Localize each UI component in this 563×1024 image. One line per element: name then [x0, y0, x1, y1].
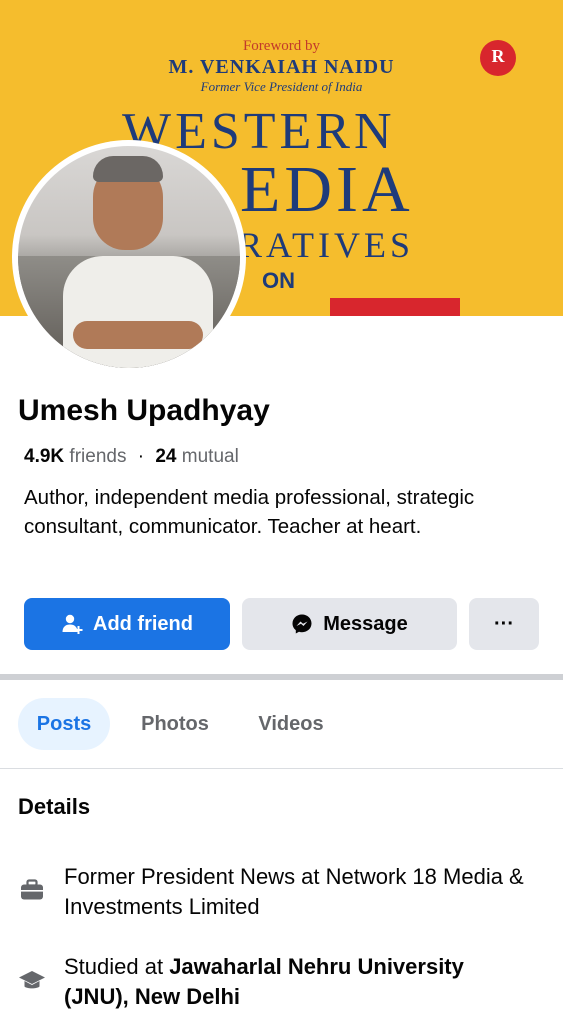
mutual-count: 24 — [155, 446, 177, 467]
graduation-cap-icon — [18, 966, 46, 994]
messenger-icon — [291, 613, 313, 635]
add-friend-icon — [61, 613, 83, 635]
cover-title-line2: EDIA — [240, 153, 414, 226]
friends-count: 4.9K — [24, 446, 65, 467]
tab-posts[interactable]: Posts — [18, 698, 110, 750]
education-detail[interactable]: Studied at Jawaharlal Nehru University (… — [64, 952, 534, 1012]
more-icon: ··· — [494, 612, 514, 635]
publisher-logo: R — [480, 40, 516, 76]
cover-author: M. VENKAIAH NAIDU — [168, 56, 395, 78]
education-prefix: Studied at — [64, 954, 170, 979]
profile-name: Umesh Upadhyay — [18, 394, 270, 427]
message-button[interactable]: Message — [242, 598, 457, 650]
profile-bio: Author, independent media professional, … — [24, 486, 475, 538]
work-detail: Former President News at Network 18 Medi… — [64, 864, 524, 919]
tabs-divider — [0, 768, 563, 769]
add-friend-button[interactable]: Add friend — [24, 598, 230, 650]
stats-separator: · — [137, 446, 145, 467]
cover-title-line3: RATIVES — [238, 225, 415, 265]
tab-videos[interactable]: Videos — [246, 698, 336, 750]
mutual-label: mutual — [181, 446, 239, 467]
cover-author-role: Former Vice President of India — [200, 79, 363, 94]
section-divider — [0, 674, 563, 680]
details-heading: Details — [18, 794, 91, 819]
friends-label: friends — [69, 446, 127, 467]
friends-stats[interactable]: 4.9K friends · 24 mutual — [24, 446, 239, 468]
avatar[interactable] — [18, 146, 240, 368]
more-options-button[interactable]: ··· — [469, 598, 539, 650]
cover-red-lettering — [330, 298, 460, 316]
message-label: Message — [323, 612, 408, 635]
cover-title-line4: ON — [262, 268, 295, 293]
cover-foreword: Foreword by — [242, 38, 321, 54]
add-friend-label: Add friend — [93, 612, 193, 635]
tab-photos[interactable]: Photos — [126, 698, 224, 750]
briefcase-icon — [18, 876, 46, 904]
